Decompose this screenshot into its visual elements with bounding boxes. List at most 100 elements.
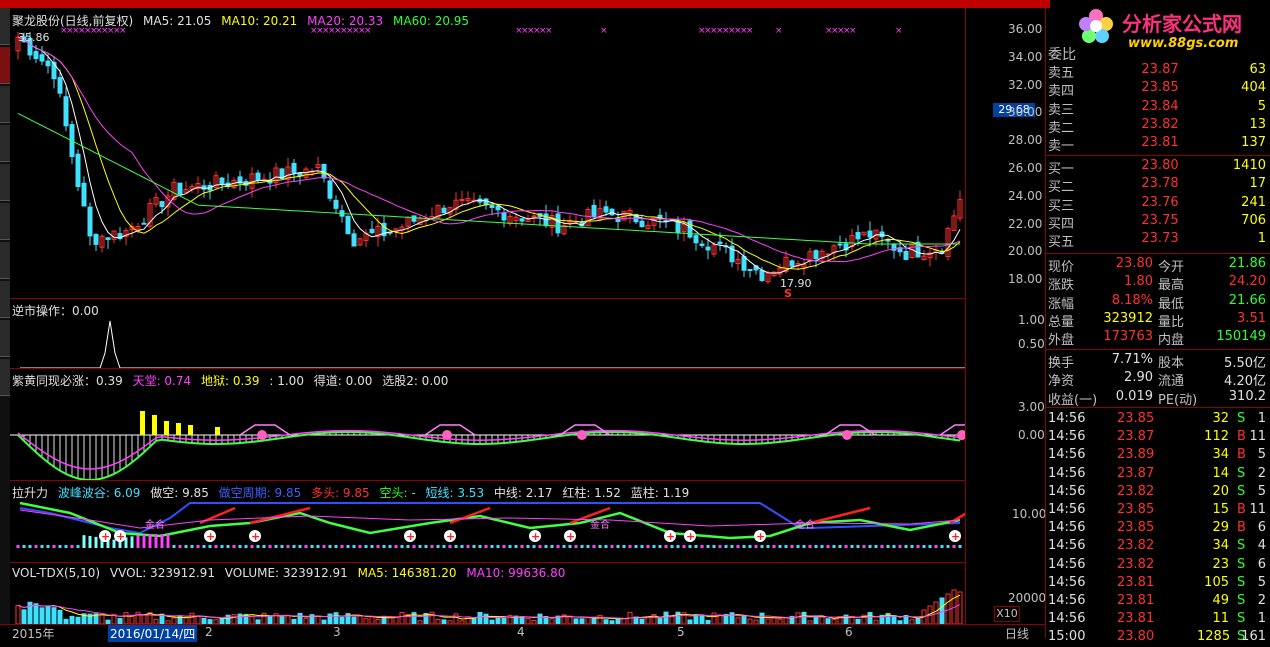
tick-time: 14:56 (1048, 465, 1086, 481)
vol-title: VOL-TDX(5,10) (12, 566, 101, 580)
left-tab[interactable] (0, 86, 10, 123)
price-axis-tick: 30.00 (1008, 105, 1043, 120)
ind3-lanzhu: 蓝柱: 1.19 (630, 486, 690, 500)
stat-value: 21.86 (1228, 256, 1266, 271)
tick-count: 2 (1257, 593, 1266, 608)
tick-side: B (1237, 429, 1246, 445)
ind3-kongtou: 空头: - (379, 486, 416, 500)
tick-volume: 14 (1212, 465, 1229, 481)
tick-time: 15:00 (1048, 629, 1086, 645)
tick-volume: 34 (1212, 447, 1229, 463)
vol-vvol: VVOL: 323912.91 (109, 566, 215, 580)
tick-time: 14:56 (1048, 574, 1086, 590)
tick-count: 6 (1257, 520, 1266, 536)
tick-time: 14:56 (1048, 429, 1086, 445)
quote-label: 卖一 (1048, 139, 1075, 155)
left-tab[interactable] (0, 242, 10, 279)
indicator1-pane[interactable] (10, 298, 965, 369)
timeline-period[interactable]: 日线 (1005, 625, 1029, 642)
ind2-tiantang: 天堂: 0.74 (132, 374, 192, 388)
tick-price: 23.82 (1117, 538, 1155, 554)
quote-price: 23.82 (1141, 116, 1179, 132)
tick-count: 6 (1257, 556, 1266, 572)
left-tab[interactable] (0, 8, 10, 45)
separator (1045, 155, 1270, 156)
quote-label: 买四 (1048, 216, 1075, 232)
tick-side: S (1237, 593, 1246, 608)
ask-row: 卖五 23.87 63 (1045, 62, 1270, 81)
tick-count: 5 (1257, 574, 1266, 590)
tick-volume: 49 (1212, 593, 1229, 608)
tick-volume: 29 (1212, 520, 1229, 536)
main-kline-pane[interactable] (10, 8, 965, 299)
separator (1045, 407, 1270, 408)
ma5-label: MA5: 21.05 (143, 14, 212, 28)
tick-side: S (1237, 411, 1246, 426)
stat-label: 涨幅 (1048, 296, 1075, 312)
quote-label: 卖五 (1048, 66, 1075, 81)
timeline-year: 2015年 (12, 627, 55, 641)
stat-row: 现价 23.80 今开 21.86 (1045, 256, 1270, 275)
indicator1-title: 逆市操作：0.00 (12, 304, 99, 318)
ind2-axis-tick: 0.00 (1018, 428, 1045, 442)
tick-row: 14:56 23.82 23 S 6 (1045, 557, 1270, 575)
stat-label: 内盘 (1158, 333, 1185, 349)
tick-price: 23.81 (1117, 574, 1155, 590)
tick-volume: 20 (1212, 483, 1229, 499)
tick-row: 15:00 23.80 1285 S 161 (1045, 629, 1270, 647)
stat-label: 现价 (1048, 260, 1075, 275)
quote-price: 23.73 (1141, 231, 1179, 247)
left-tab-active[interactable] (0, 47, 10, 84)
ind2-dedao: 得道: 0.00 (313, 374, 373, 388)
site-logo: 分析家公式网 www.88gs.com (1050, 0, 1270, 60)
tick-row: 14:56 23.85 29 B 6 (1045, 520, 1270, 538)
ind2-title: 紫黄同现必涨：0.39 (12, 374, 123, 388)
tick-time: 14:56 (1048, 611, 1086, 627)
bid-row: 买一 23.80 1410 (1045, 158, 1270, 177)
tick-side: S (1237, 538, 1246, 554)
timeline-month-5: 5 (677, 625, 685, 639)
left-tab[interactable] (0, 281, 10, 318)
left-tab[interactable] (0, 203, 10, 240)
stat-value: 24.20 (1228, 274, 1266, 290)
vol-ma10: MA10: 99636.80 (466, 566, 566, 580)
left-tab[interactable] (0, 359, 10, 396)
bid-row: 买二 23.78 17 (1045, 176, 1270, 195)
stat-row: 外盘 173763 内盘 150149 (1045, 329, 1270, 349)
tick-row: 14:56 23.85 32 S 1 (1045, 411, 1270, 429)
bid-row: 买四 23.75 706 (1045, 212, 1270, 232)
ma10-label: MA10: 20.21 (221, 14, 298, 28)
tick-side: B (1237, 447, 1246, 463)
timeline-cursor-date: 2016/01/14/四 (108, 625, 198, 642)
ind3-duanxian: 短线: 3.53 (425, 486, 485, 500)
stat-value: 0.019 (1115, 388, 1153, 404)
stat-label: 涨跌 (1048, 278, 1075, 294)
ma20-label: MA20: 20.33 (307, 14, 384, 28)
weibi-label: 委比 (1048, 47, 1076, 63)
left-tab[interactable] (0, 164, 10, 201)
stat-value: 23.80 (1115, 256, 1153, 271)
quote-volume: 706 (1241, 212, 1266, 228)
stat-label: 最低 (1158, 296, 1185, 312)
left-tab[interactable] (0, 125, 10, 162)
quote-label: 买五 (1048, 235, 1075, 251)
tick-side: S (1237, 465, 1246, 481)
tick-row: 14:56 23.87 112 B 11 (1045, 429, 1270, 447)
tick-count: 5 (1257, 483, 1266, 499)
flower-logo-icon (1079, 9, 1113, 43)
tick-count: 161 (1241, 629, 1266, 645)
stat-value: 5.50亿 (1224, 356, 1266, 371)
tick-price: 23.81 (1117, 611, 1155, 627)
stock-title: 聚龙股份(日线,前复权) (12, 14, 134, 28)
price-axis-tick: 36.00 (1008, 22, 1043, 36)
tick-count: 11 (1249, 502, 1266, 517)
stat2-row: 换手 7.71% 股本 5.50亿 (1045, 352, 1270, 371)
ask-row: 卖一 23.81 137 (1045, 135, 1270, 155)
stat-value: 3.51 (1237, 310, 1266, 326)
quote-volume: 17 (1249, 176, 1266, 192)
tick-volume: 23 (1212, 556, 1229, 572)
tick-count: 4 (1257, 538, 1266, 554)
volume-unit-button[interactable]: X10 (994, 606, 1020, 622)
left-tab[interactable] (0, 320, 10, 357)
tick-price: 23.80 (1117, 629, 1155, 645)
